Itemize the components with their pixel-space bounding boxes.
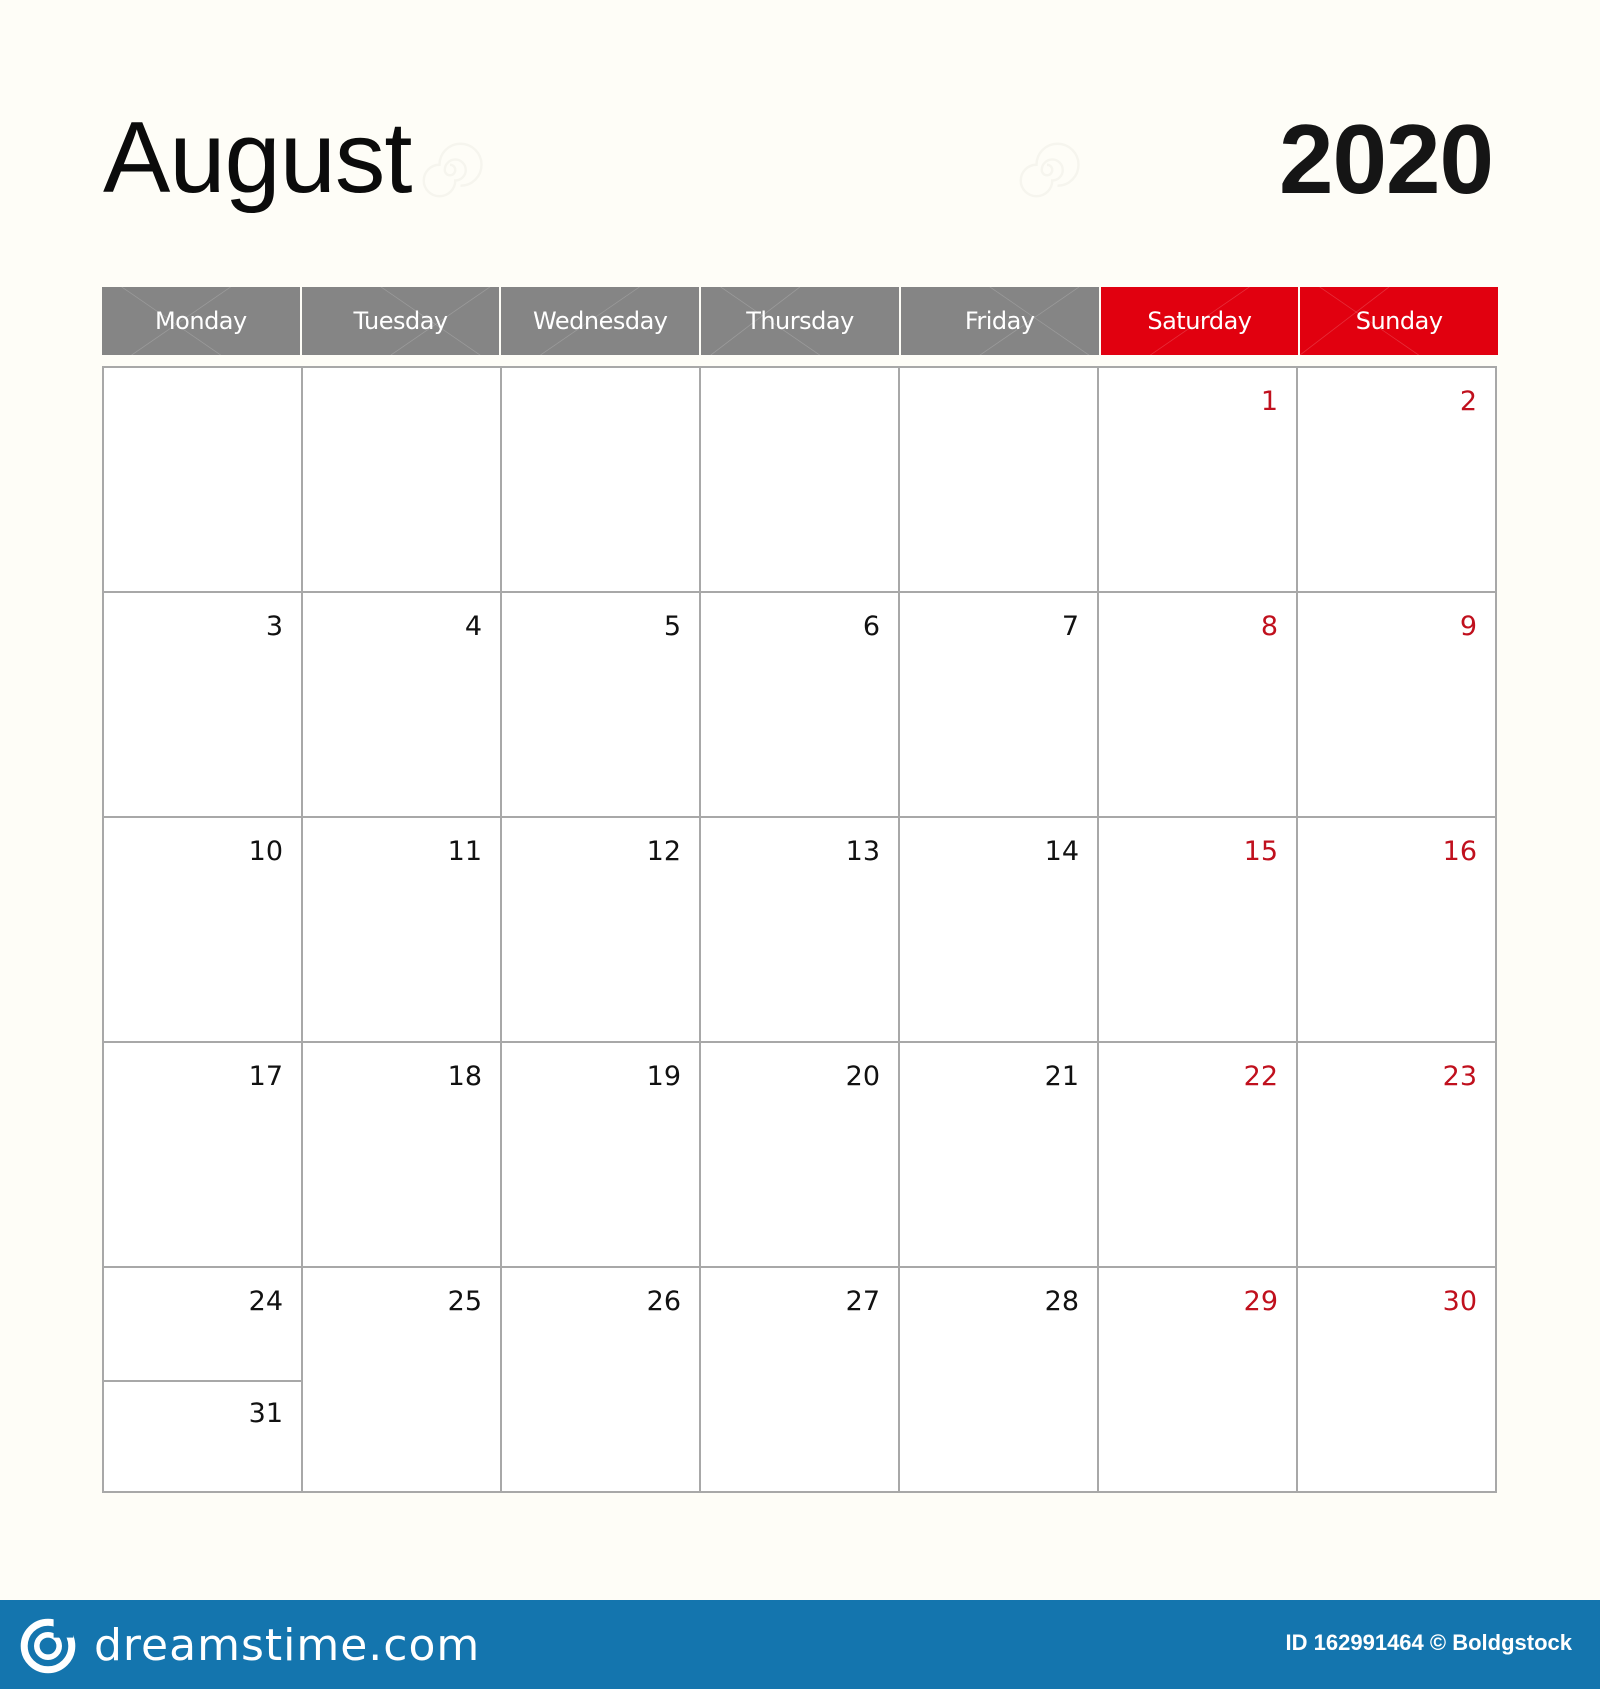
day-cell[interactable]: 8 [1099, 593, 1298, 818]
empty-day-cell [900, 368, 1099, 593]
day-number: 29 [1243, 1286, 1278, 1317]
day-cell[interactable]: 10 [104, 818, 303, 1043]
brand-logo[interactable]: dreamstime.com [20, 1618, 480, 1674]
day-cell[interactable]: 24 31 [104, 1268, 303, 1493]
weekday-label: Sunday [1355, 307, 1443, 335]
watermark-spiral-icon [1019, 142, 1080, 198]
day-cell[interactable]: 15 [1099, 818, 1298, 1043]
day-number: 3 [265, 611, 283, 642]
day-cell[interactable]: 1 [1099, 368, 1298, 593]
weekday-header: Monday Tuesday Wednesday Thursday Friday… [102, 287, 1498, 355]
day-cell[interactable]: 30 [1298, 1268, 1497, 1493]
day-cell[interactable]: 5 [502, 593, 701, 818]
day-cell[interactable]: 27 [701, 1268, 900, 1493]
day-cell[interactable]: 20 [701, 1043, 900, 1268]
day-number: 1 [1260, 386, 1278, 417]
day-cell[interactable]: 16 [1298, 818, 1497, 1043]
day-cell[interactable]: 13 [701, 818, 900, 1043]
day-cell[interactable]: 3 [104, 593, 303, 818]
weekday-label: Thursday [746, 307, 854, 335]
year-title: 2020 [1278, 104, 1494, 214]
day-number: 8 [1260, 611, 1278, 642]
day-cell[interactable]: 21 [900, 1043, 1099, 1268]
day-cell[interactable]: 29 [1099, 1268, 1298, 1493]
weekday-tuesday: Tuesday [301, 287, 500, 355]
day-number: 23 [1442, 1061, 1477, 1092]
weekday-label: Saturday [1147, 307, 1252, 335]
weekday-saturday: Saturday [1100, 287, 1299, 355]
day-number: 11 [447, 836, 482, 867]
split-divider [104, 1379, 301, 1382]
day-cell[interactable]: 2 [1298, 368, 1497, 593]
day-number: 21 [1044, 1061, 1079, 1092]
day-cell[interactable]: 18 [303, 1043, 502, 1268]
day-cell[interactable]: 25 [303, 1268, 502, 1493]
day-number: 24 [248, 1286, 283, 1317]
day-cell[interactable]: 19 [502, 1043, 701, 1268]
day-cell[interactable]: 23 [1298, 1043, 1497, 1268]
day-cell[interactable]: 9 [1298, 593, 1497, 818]
day-cell[interactable]: 28 [900, 1268, 1099, 1493]
empty-day-cell [104, 368, 303, 593]
day-cell[interactable]: 11 [303, 818, 502, 1043]
weekday-label: Monday [154, 307, 247, 335]
weekday-label: Tuesday [353, 307, 448, 335]
empty-day-cell [303, 368, 502, 593]
day-number: 10 [248, 836, 283, 867]
day-number: 17 [248, 1061, 283, 1092]
day-number: 31 [248, 1397, 283, 1429]
day-number: 5 [663, 611, 681, 642]
day-number: 9 [1459, 611, 1477, 642]
day-cell[interactable]: 4 [303, 593, 502, 818]
day-number: 16 [1442, 836, 1477, 867]
brand-name: dreamstime.com [94, 1620, 481, 1671]
image-credit: ID 162991464 © Boldgstock [1285, 1630, 1572, 1655]
weekday-monday: Monday [102, 287, 300, 355]
day-number: 27 [845, 1286, 880, 1317]
calendar-grid: 1 2 3 4 5 6 7 8 9 10 11 12 13 14 15 16 17 18 19 20 21 22 23 24 3… [102, 366, 1497, 1493]
watermark-spiral-icon [422, 142, 483, 198]
day-number: 26 [646, 1286, 681, 1317]
weekday-label: Friday [964, 307, 1035, 335]
weekday-sunday: Sunday [1300, 287, 1498, 355]
weekday-label: Wednesday [533, 307, 668, 335]
empty-day-cell [701, 368, 900, 593]
day-number: 20 [845, 1061, 880, 1092]
day-number: 19 [646, 1061, 681, 1092]
day-number: 13 [845, 836, 880, 867]
day-number: 15 [1243, 836, 1278, 867]
weekday-friday: Friday [900, 287, 1099, 355]
day-number: 25 [447, 1286, 482, 1317]
day-cell[interactable]: 12 [502, 818, 701, 1043]
day-number: 22 [1243, 1061, 1278, 1092]
month-title: August [103, 102, 412, 214]
day-cell[interactable]: 6 [701, 593, 900, 818]
day-number: 7 [1061, 611, 1079, 642]
day-cell[interactable]: 14 [900, 818, 1099, 1043]
day-number: 6 [862, 611, 880, 642]
day-number: 18 [447, 1061, 482, 1092]
day-number: 12 [646, 836, 681, 867]
day-number: 28 [1044, 1286, 1079, 1317]
day-number: 14 [1044, 836, 1079, 867]
day-number: 30 [1442, 1286, 1477, 1317]
day-cell[interactable]: 7 [900, 593, 1099, 818]
weekday-wednesday: Wednesday [501, 287, 700, 355]
day-cell[interactable]: 17 [104, 1043, 303, 1268]
day-number: 2 [1459, 386, 1477, 417]
spiral-logo-icon [20, 1618, 76, 1674]
empty-day-cell [502, 368, 701, 593]
day-number: 4 [464, 611, 482, 642]
weekday-thursday: Thursday [701, 287, 899, 355]
day-cell[interactable]: 22 [1099, 1043, 1298, 1268]
day-cell[interactable]: 26 [502, 1268, 701, 1493]
footer-banner: dreamstime.com ID 162991464 © Boldgstock [0, 1600, 1600, 1689]
